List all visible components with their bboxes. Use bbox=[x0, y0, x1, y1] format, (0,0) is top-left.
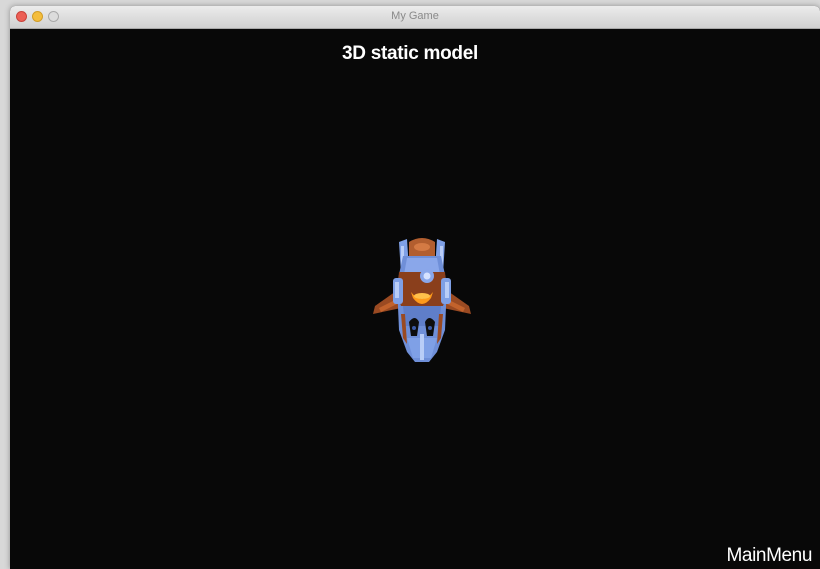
game-viewport[interactable]: 3D static model MainMenu bbox=[10, 29, 820, 569]
spaceship-model bbox=[373, 238, 471, 362]
main-menu-button[interactable]: MainMenu bbox=[726, 545, 812, 567]
window-title: My Game bbox=[391, 10, 439, 22]
scene-title: 3D static model bbox=[342, 43, 478, 64]
game-window: My Game 3D static model MainMenu bbox=[10, 6, 820, 569]
title-bar[interactable]: My Game bbox=[10, 6, 820, 29]
